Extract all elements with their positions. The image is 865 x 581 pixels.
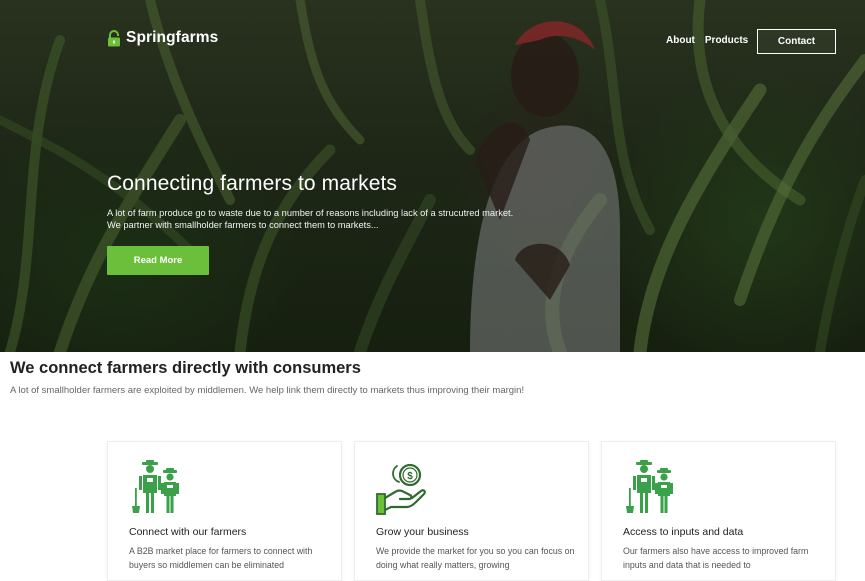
feature-card-connect[interactable]: Connect with our farmers A B2B market pl… xyxy=(107,441,342,581)
card-title: Grow your business xyxy=(376,526,469,538)
feature-card-inputs[interactable]: Access to inputs and data Our farmers al… xyxy=(601,441,836,581)
money-hand-icon: $ xyxy=(376,463,426,515)
hero-description: A lot of farm produce go to waste due to… xyxy=(107,208,514,230)
read-more-button[interactable]: Read More xyxy=(107,246,209,275)
brand-name: Springfarms xyxy=(126,29,219,46)
hero-title: Connecting farmers to markets xyxy=(107,172,398,195)
card-title: Connect with our farmers xyxy=(129,526,247,538)
card-description: A B2B market place for farmers to connec… xyxy=(129,546,313,570)
intro-description: A lot of smallholder farmers are exploit… xyxy=(10,385,525,396)
card-description: We provide the market for you so you can… xyxy=(376,546,575,570)
hero-section: Springfarms About Products Contact Conne… xyxy=(0,0,865,352)
contact-button[interactable]: Contact xyxy=(757,29,836,54)
feature-card-grow[interactable]: $ Grow your business We provide the mark… xyxy=(354,441,589,581)
card-description: Our farmers also have access to improved… xyxy=(623,546,809,570)
card-title: Access to inputs and data xyxy=(623,526,744,538)
nav-link-about[interactable]: About xyxy=(666,29,695,53)
main-nav: About Products xyxy=(666,29,758,53)
intro-title: We connect farmers directly with consume… xyxy=(10,359,361,377)
farmers-icon xyxy=(132,460,179,513)
svg-text:$: $ xyxy=(407,471,413,482)
farmers-icon xyxy=(626,460,673,513)
brand-logo[interactable]: Springfarms xyxy=(107,28,218,48)
unlocked-padlock-icon xyxy=(108,29,120,46)
nav-link-products[interactable]: Products xyxy=(705,29,748,53)
